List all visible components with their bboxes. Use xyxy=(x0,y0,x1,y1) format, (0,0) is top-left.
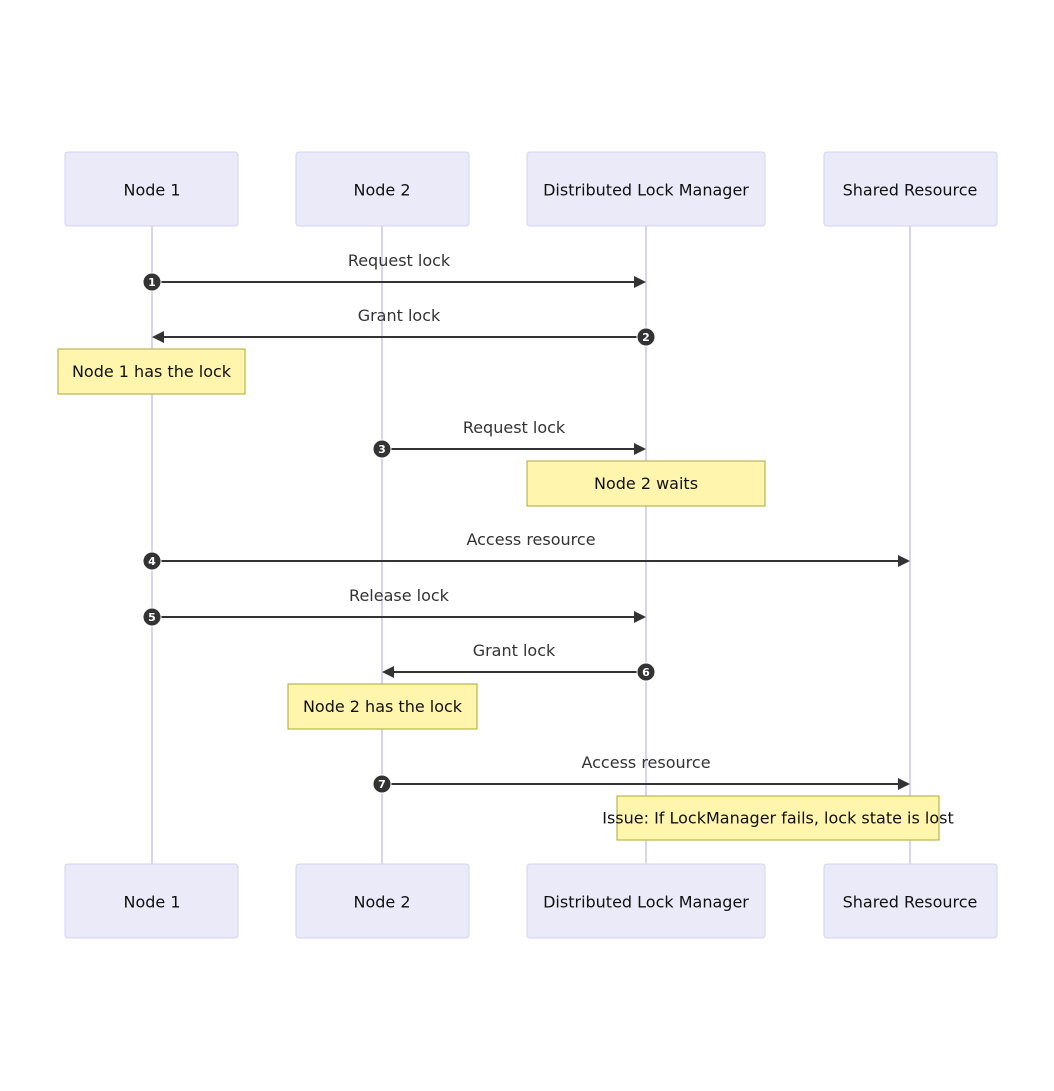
sequence-number: 1 xyxy=(148,276,156,289)
message-label: Request lock xyxy=(463,418,566,437)
participant-label: Node 2 xyxy=(353,181,410,200)
message-label: Grant lock xyxy=(473,641,556,660)
message-label: Request lock xyxy=(348,251,451,270)
participant-label: Shared Resource xyxy=(843,181,978,200)
participant-label: Shared Resource xyxy=(843,893,978,912)
participants-bottom: Node 1 Node 2 Distributed Lock Manager Shar… xyxy=(64,863,998,939)
participant-node-1-bottom[interactable]: Node 1 xyxy=(64,863,239,939)
arrowhead-icon xyxy=(898,778,910,790)
participant-label: Node 2 xyxy=(353,893,410,912)
message-5-release-lock: Release lock 5 xyxy=(142,586,646,627)
participant-label: Node 1 xyxy=(123,181,180,200)
note-node-1-has-the-lock: Node 1 has the lock xyxy=(57,348,246,395)
note-label: Node 1 has the lock xyxy=(72,362,232,381)
message-4-access-resource: Access resource 4 xyxy=(142,530,910,571)
message-label: Grant lock xyxy=(358,306,441,325)
sequence-number: 5 xyxy=(148,611,156,624)
arrowhead-icon xyxy=(634,443,646,455)
message-label: Access resource xyxy=(466,530,595,549)
sequence-number: 7 xyxy=(378,778,386,791)
message-1-request-lock: Request lock 1 xyxy=(142,251,646,292)
message-6-grant-lock: Grant lock 6 xyxy=(382,641,656,682)
message-2-grant-lock: Grant lock 2 xyxy=(152,306,656,347)
sequence-number: 2 xyxy=(642,331,650,344)
note-label: Node 2 waits xyxy=(594,474,698,493)
participant-node-1-top[interactable]: Node 1 xyxy=(64,151,239,227)
message-3-request-lock: Request lock 3 xyxy=(372,418,646,459)
note-label: Issue: If LockManager fails, lock state … xyxy=(602,809,954,828)
participant-shared-resource-top[interactable]: Shared Resource xyxy=(823,151,998,227)
note-label: Node 2 has the lock xyxy=(303,697,463,716)
note-issue-if-lockmanager-fails-loc: Issue: If LockManager fails, lock state … xyxy=(602,795,954,841)
participant-distributed-lock-manager-top[interactable]: Distributed Lock Manager xyxy=(526,151,766,227)
participant-node-2-top[interactable]: Node 2 xyxy=(295,151,470,227)
sequence-number: 3 xyxy=(378,443,386,456)
arrowhead-icon xyxy=(382,666,394,678)
sequence-number: 4 xyxy=(148,555,156,568)
message-7-access-resource: Access resource 7 xyxy=(372,753,910,794)
message-label: Release lock xyxy=(349,586,450,605)
arrowhead-icon xyxy=(634,276,646,288)
sequence-number: 6 xyxy=(642,666,650,679)
events: Request lock 1 Grant lock 2 Node 1 has the l… xyxy=(57,251,954,841)
participant-label: Node 1 xyxy=(123,893,180,912)
participant-distributed-lock-manager-bottom[interactable]: Distributed Lock Manager xyxy=(526,863,766,939)
participants-top: Node 1 Node 2 Distributed Lock Manager Shar… xyxy=(64,151,998,227)
participant-node-2-bottom[interactable]: Node 2 xyxy=(295,863,470,939)
arrowhead-icon xyxy=(634,611,646,623)
arrowhead-icon xyxy=(152,331,164,343)
message-label: Access resource xyxy=(581,753,710,772)
arrowhead-icon xyxy=(898,555,910,567)
participant-label: Distributed Lock Manager xyxy=(543,893,749,912)
participant-label: Distributed Lock Manager xyxy=(543,181,749,200)
sequence-diagram: Node 1 Node 2 Distributed Lock Manager Shar… xyxy=(57,151,998,939)
participant-shared-resource-bottom[interactable]: Shared Resource xyxy=(823,863,998,939)
note-node-2-has-the-lock: Node 2 has the lock xyxy=(287,683,478,730)
note-node-2-waits: Node 2 waits xyxy=(526,460,766,507)
